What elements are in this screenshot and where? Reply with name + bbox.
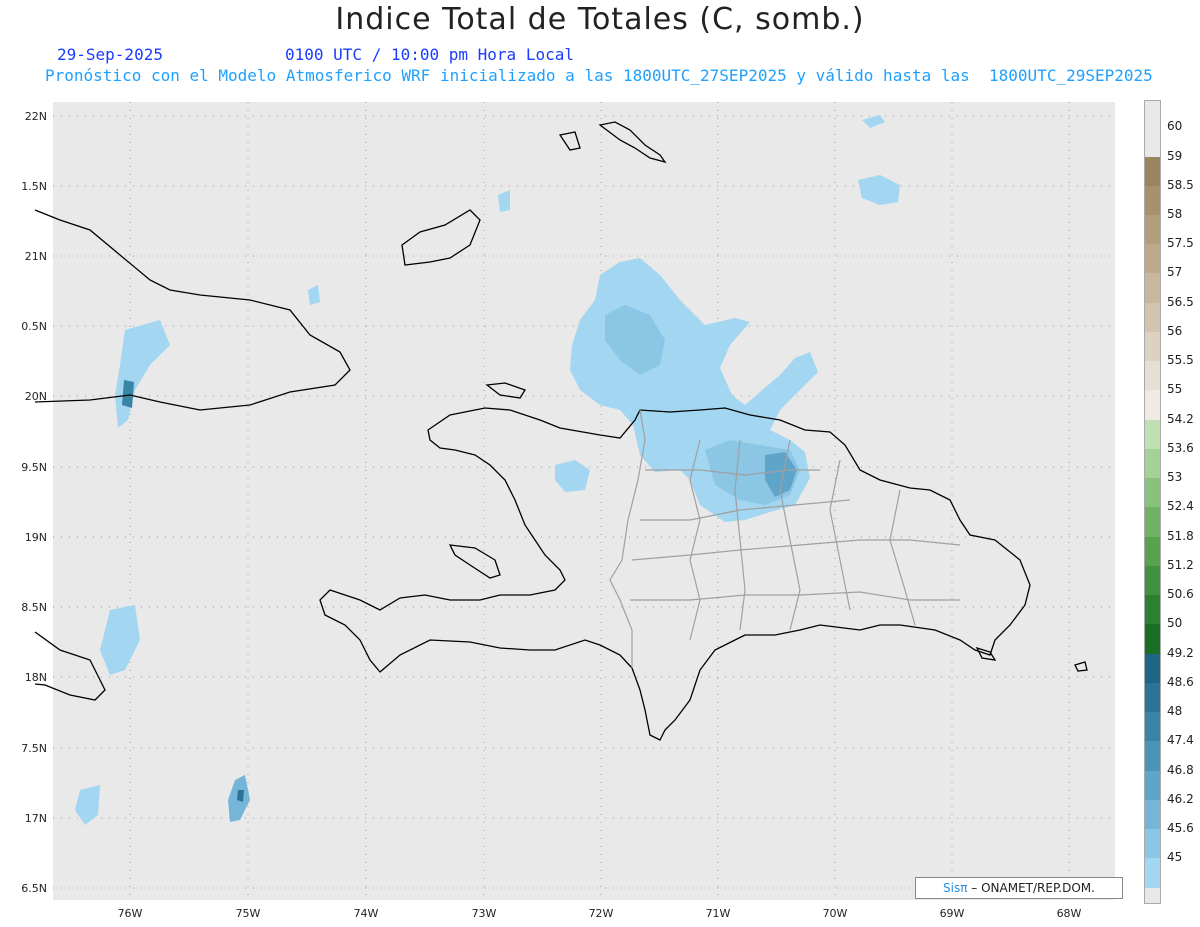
legend-swatch: [1145, 682, 1160, 714]
legend-swatch: [1145, 244, 1160, 275]
shade-region-cuba-east-core: [122, 380, 134, 408]
longitude-label: 73W: [472, 907, 497, 920]
longitude-label: 75W: [236, 907, 261, 920]
legend-label: 56.5: [1167, 294, 1194, 309]
longitude-label: 76W: [118, 907, 143, 920]
legend-label: 55.5: [1167, 353, 1194, 368]
legend-label: 55: [1167, 382, 1183, 397]
legend-swatch: [1145, 419, 1160, 450]
forecast-map: 22N 1.5N 21N 0.5N 20N 9.5N 19N 8.5N 18N 7.5N 17N 6.…: [21, 102, 1115, 920]
latitude-label: 7.5N: [21, 742, 47, 755]
latitude-label: 8.5N: [21, 601, 47, 614]
legend-swatch: [1145, 741, 1160, 772]
legend-swatch: [1145, 478, 1160, 509]
legend-swatch: [1145, 653, 1160, 684]
credit-box: Sisπ – ONAMET/REP.DOM.: [915, 877, 1123, 899]
legend-swatch: [1145, 448, 1160, 480]
latitude-label: 0.5N: [21, 320, 47, 333]
legend-swatch: [1145, 799, 1160, 830]
legend-label: 45: [1167, 850, 1183, 865]
legend-label: 49.2: [1167, 645, 1194, 660]
legend-label: 52.4: [1167, 499, 1194, 514]
latitude-label: 1.5N: [21, 180, 47, 193]
longitude-label: 74W: [354, 907, 379, 920]
legend-swatch: [1145, 302, 1160, 333]
legend-swatch: [1145, 507, 1160, 538]
legend-swatch: [1145, 828, 1160, 860]
latitude-label: 21N: [25, 250, 47, 263]
credit-text: – ONAMET/REP.DOM.: [967, 881, 1095, 895]
legend-label: 51.2: [1167, 557, 1194, 572]
credit-brand: Sis: [943, 881, 961, 895]
legend-swatch: [1145, 156, 1160, 187]
legend-swatch: [1145, 536, 1160, 567]
legend-label: 53: [1167, 470, 1183, 485]
legend-label: 60: [1167, 119, 1183, 134]
color-legend-bar: [1144, 100, 1161, 904]
latitude-label: 18N: [25, 671, 47, 684]
longitude-labels: 76W 75W 74W 73W 72W 71W 70W 69W 68W: [118, 907, 1082, 920]
legend-swatch: [1145, 127, 1160, 158]
legend-swatch: [1145, 273, 1160, 304]
legend-label: 57.5: [1167, 236, 1194, 251]
longitude-label: 68W: [1057, 907, 1082, 920]
latitude-label: 6.5N: [21, 882, 47, 895]
legend-label: 48: [1167, 704, 1183, 719]
map-plot-area: [53, 102, 1115, 900]
legend-label: 48.6: [1167, 674, 1194, 689]
latitude-label: 22N: [25, 110, 47, 123]
legend-swatch: [1145, 185, 1160, 217]
legend-label: 50: [1167, 616, 1183, 631]
legend-swatch: [1145, 770, 1160, 801]
legend-label: 46.8: [1167, 762, 1194, 777]
legend-swatch: [1145, 390, 1160, 421]
latitude-label: 20N: [25, 390, 47, 403]
longitude-label: 71W: [706, 907, 731, 920]
legend-label: 59: [1167, 148, 1183, 163]
legend-swatch: [1145, 361, 1160, 392]
legend-swatch: [1145, 331, 1160, 363]
latitude-labels: 22N 1.5N 21N 0.5N 20N 9.5N 19N 8.5N 18N 7.5N 17N 6.…: [21, 110, 47, 895]
legend-swatch: [1145, 215, 1160, 246]
legend-swatch: [1145, 858, 1160, 889]
legend-swatch: [1145, 565, 1160, 597]
legend-label: 50.6: [1167, 587, 1194, 602]
latitude-label: 9.5N: [21, 461, 47, 474]
legend-label: 47.4: [1167, 733, 1194, 748]
legend-label: 46.2: [1167, 791, 1194, 806]
legend-swatch: [1145, 595, 1160, 626]
longitude-label: 69W: [940, 907, 965, 920]
legend-label: 53.6: [1167, 440, 1194, 455]
shade-region-south-75w-core: [237, 790, 244, 802]
legend-label: 58: [1167, 207, 1183, 222]
legend-swatch: [1145, 712, 1160, 743]
longitude-label: 72W: [589, 907, 614, 920]
legend-swatch: [1145, 624, 1160, 655]
legend-label: 57: [1167, 265, 1183, 280]
legend-label: 45.6: [1167, 820, 1194, 835]
longitude-label: 70W: [823, 907, 848, 920]
latitude-label: 19N: [25, 531, 47, 544]
latitude-label: 17N: [25, 812, 47, 825]
legend-label: 56: [1167, 323, 1183, 338]
legend-label: 51.8: [1167, 528, 1194, 543]
legend-label: 58.5: [1167, 177, 1194, 192]
legend-label: 54.2: [1167, 411, 1194, 426]
